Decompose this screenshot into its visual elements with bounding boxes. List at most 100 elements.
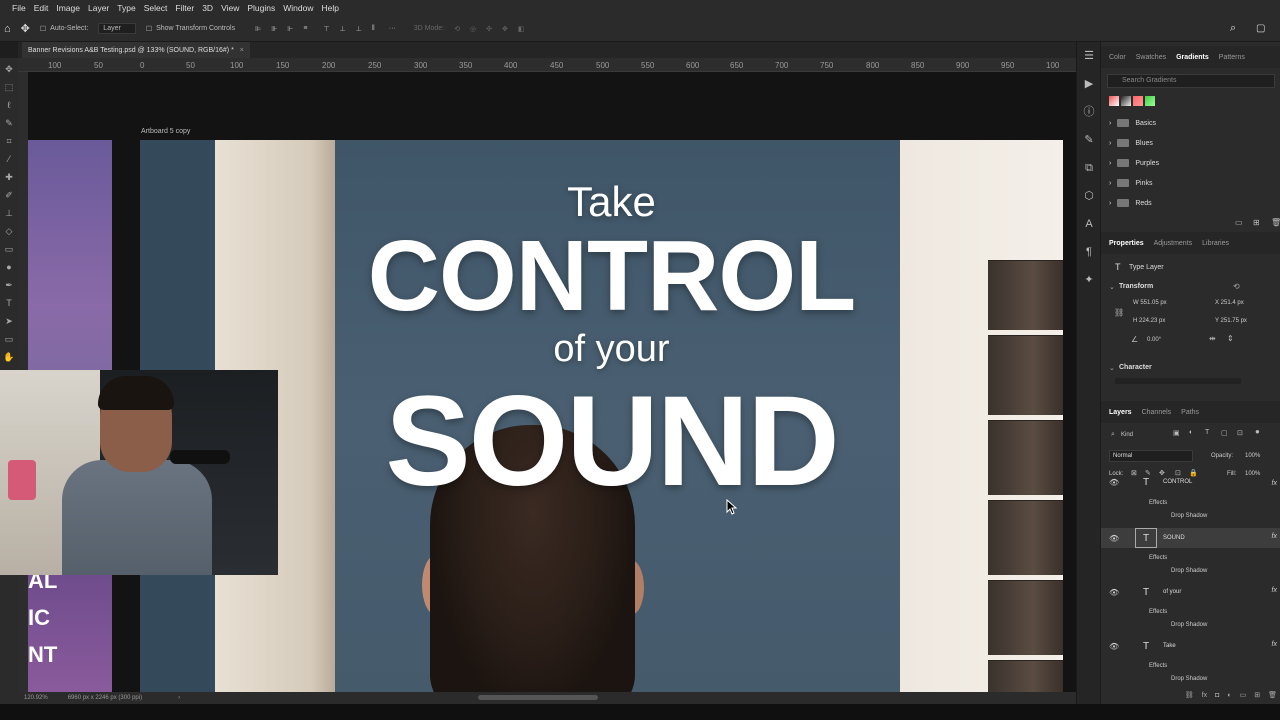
zoom-level[interactable]: 120.92% [24, 695, 48, 701]
brush-tool-icon[interactable]: ✐ [3, 189, 15, 201]
x-field[interactable]: X 251.4 px [1215, 300, 1244, 306]
home-icon[interactable]: ⌂ [4, 23, 11, 35]
align-right-icon[interactable]: ⊩ [287, 25, 293, 33]
stamp-tool-icon[interactable]: ⊥ [3, 207, 15, 219]
align-top-icon[interactable]: ⊤ [324, 25, 330, 33]
headline-of-your[interactable]: of your [140, 328, 1063, 371]
filter-adjust-icon[interactable]: ◐ [1189, 429, 1193, 436]
visibility-eye-icon[interactable]: 👁 [1109, 478, 1119, 487]
menu-select[interactable]: Select [144, 3, 168, 13]
crop-tool-icon[interactable]: ⌗ [3, 135, 15, 147]
layer-row[interactable]: 👁 T SOUND Effects Drop Shadow fx [1101, 528, 1280, 582]
document-tab[interactable]: Banner Revisions A&B Testing.psd @ 133% … [22, 42, 250, 58]
roll-3d-icon[interactable]: ◎ [470, 25, 476, 33]
blend-mode-dropdown[interactable]: Normal [1109, 450, 1193, 462]
fx-icon[interactable]: fx [1272, 480, 1277, 487]
search-gradients-input[interactable]: Search Gradients [1107, 74, 1275, 88]
menu-3d[interactable]: 3D [202, 3, 213, 13]
glyphs-icon[interactable]: ✦ [1077, 266, 1101, 294]
visibility-eye-icon[interactable]: 👁 [1109, 588, 1119, 597]
artboard-label[interactable]: Artboard 5 copy [141, 128, 190, 135]
layer-row[interactable]: 👁 T CONTROL Effects Drop Shadow fx [1101, 478, 1280, 522]
visibility-eye-icon[interactable]: 👁 [1109, 642, 1119, 651]
lock-transparency-icon[interactable]: ⊠ [1131, 469, 1137, 477]
search-icon[interactable]: ⌕ [1230, 22, 1236, 35]
show-transform-checkbox[interactable]: ☐ [146, 25, 152, 33]
artboard[interactable]: Take CONTROL of your SOUND [140, 140, 1063, 692]
character-icon[interactable]: A [1077, 210, 1101, 238]
menu-plugins[interactable]: Plugins [247, 3, 275, 13]
filter-pixel-icon[interactable]: ▣ [1173, 429, 1180, 437]
menu-image[interactable]: Image [56, 3, 80, 13]
workspace-icon[interactable]: ▢ [1256, 23, 1265, 34]
brush-settings-icon[interactable]: ✎ [1077, 126, 1101, 154]
orbit-3d-icon[interactable]: ⟲ [454, 25, 460, 33]
new-group-icon[interactable]: ▭ [1240, 691, 1247, 699]
fx-icon[interactable]: fx [1272, 533, 1277, 540]
path-select-tool-icon[interactable]: ➤ [3, 315, 15, 327]
dodge-tool-icon[interactable]: ● [3, 261, 15, 273]
flip-horizontal-icon[interactable]: ⇹ [1209, 334, 1216, 343]
chevron-right-icon[interactable]: › [178, 695, 180, 701]
gradient-folder-pinks[interactable]: › Pinks [1109, 176, 1152, 190]
tab-patterns[interactable]: Patterns [1219, 54, 1245, 61]
flip-vertical-icon[interactable]: ⇕ [1227, 334, 1234, 343]
menu-view[interactable]: View [221, 3, 239, 13]
healing-tool-icon[interactable]: ✚ [3, 171, 15, 183]
fill-field[interactable]: 100% [1245, 471, 1260, 477]
menu-type[interactable]: Type [117, 3, 135, 13]
hand-tool-icon[interactable]: ✋ [3, 351, 15, 363]
lock-artboard-icon[interactable]: ⊡ [1175, 469, 1181, 477]
width-field[interactable]: W 551.05 px [1133, 300, 1167, 306]
headline-sound[interactable]: SOUND [140, 372, 1063, 512]
marquee-tool-icon[interactable]: ⬚ [3, 81, 15, 93]
lock-pixels-icon[interactable]: ✎ [1145, 469, 1151, 477]
fx-icon[interactable]: fx [1272, 587, 1277, 594]
distribute-vertical-icon[interactable]: ‖ [372, 25, 375, 32]
gradient-folder-reds[interactable]: › Reds [1109, 196, 1152, 210]
headline-take[interactable]: Take [140, 178, 1063, 226]
pen-tool-icon[interactable]: ✒ [3, 279, 15, 291]
adjust-icon[interactable]: ⧉ [1077, 154, 1101, 182]
gradient-folder-basics[interactable]: › Basics [1109, 116, 1156, 130]
menu-help[interactable]: Help [321, 3, 338, 13]
gradient-swatch[interactable] [1109, 96, 1119, 106]
tab-properties[interactable]: Properties [1109, 240, 1144, 247]
new-gradient-icon[interactable]: ⊞ [1253, 218, 1260, 227]
menu-filter[interactable]: Filter [175, 3, 194, 13]
gradient-tool-icon[interactable]: ▭ [3, 243, 15, 255]
eraser-tool-icon[interactable]: ◇ [3, 225, 15, 237]
lasso-tool-icon[interactable]: ℓ [3, 99, 15, 111]
filter-type-icon[interactable]: T [1205, 429, 1209, 436]
align-center-icon[interactable]: ⊪ [271, 25, 277, 33]
delete-layer-icon[interactable]: 🗑 [1268, 691, 1277, 699]
tab-gradients[interactable]: Gradients [1176, 54, 1209, 61]
pan-3d-icon[interactable]: ✣ [486, 25, 492, 33]
distribute-icon[interactable]: ≡ [303, 25, 307, 32]
kind-filter-dropdown[interactable]: Kind [1121, 432, 1133, 438]
history-icon[interactable]: ☰ [1077, 42, 1101, 70]
menu-window[interactable]: Window [283, 3, 313, 13]
auto-select-checkbox[interactable]: ☐ [40, 25, 46, 33]
tab-layers[interactable]: Layers [1109, 409, 1132, 416]
align-left-icon[interactable]: ⊫ [255, 25, 261, 33]
eyedropper-tool-icon[interactable]: ⁄ [3, 153, 15, 165]
link-layers-icon[interactable]: ⛓ [1185, 691, 1194, 699]
align-bottom-icon[interactable]: ⊥ [356, 25, 362, 33]
height-field[interactable]: H 224.23 px [1133, 318, 1165, 324]
tab-swatches[interactable]: Swatches [1136, 54, 1166, 61]
layer-row[interactable]: 👁 T of your Effects Drop Shadow fx [1101, 582, 1280, 636]
align-middle-icon[interactable]: ⊥ [340, 25, 346, 33]
menu-file[interactable]: File [12, 3, 26, 13]
layer-select-dropdown[interactable]: Layer [98, 23, 136, 34]
filter-smart-icon[interactable]: ⊡ [1237, 429, 1243, 437]
move-tool-icon[interactable]: ✥ [3, 63, 15, 75]
close-icon[interactable]: × [240, 47, 244, 54]
gradient-swatch[interactable] [1145, 96, 1155, 106]
lock-position-icon[interactable]: ✥ [1159, 469, 1165, 477]
link-icon[interactable]: ⛓ [1114, 308, 1124, 317]
horizontal-scrollbar[interactable] [478, 695, 598, 700]
character-font-dropdown[interactable] [1115, 378, 1241, 384]
fx-icon[interactable]: fx [1272, 641, 1277, 648]
menu-layer[interactable]: Layer [88, 3, 109, 13]
